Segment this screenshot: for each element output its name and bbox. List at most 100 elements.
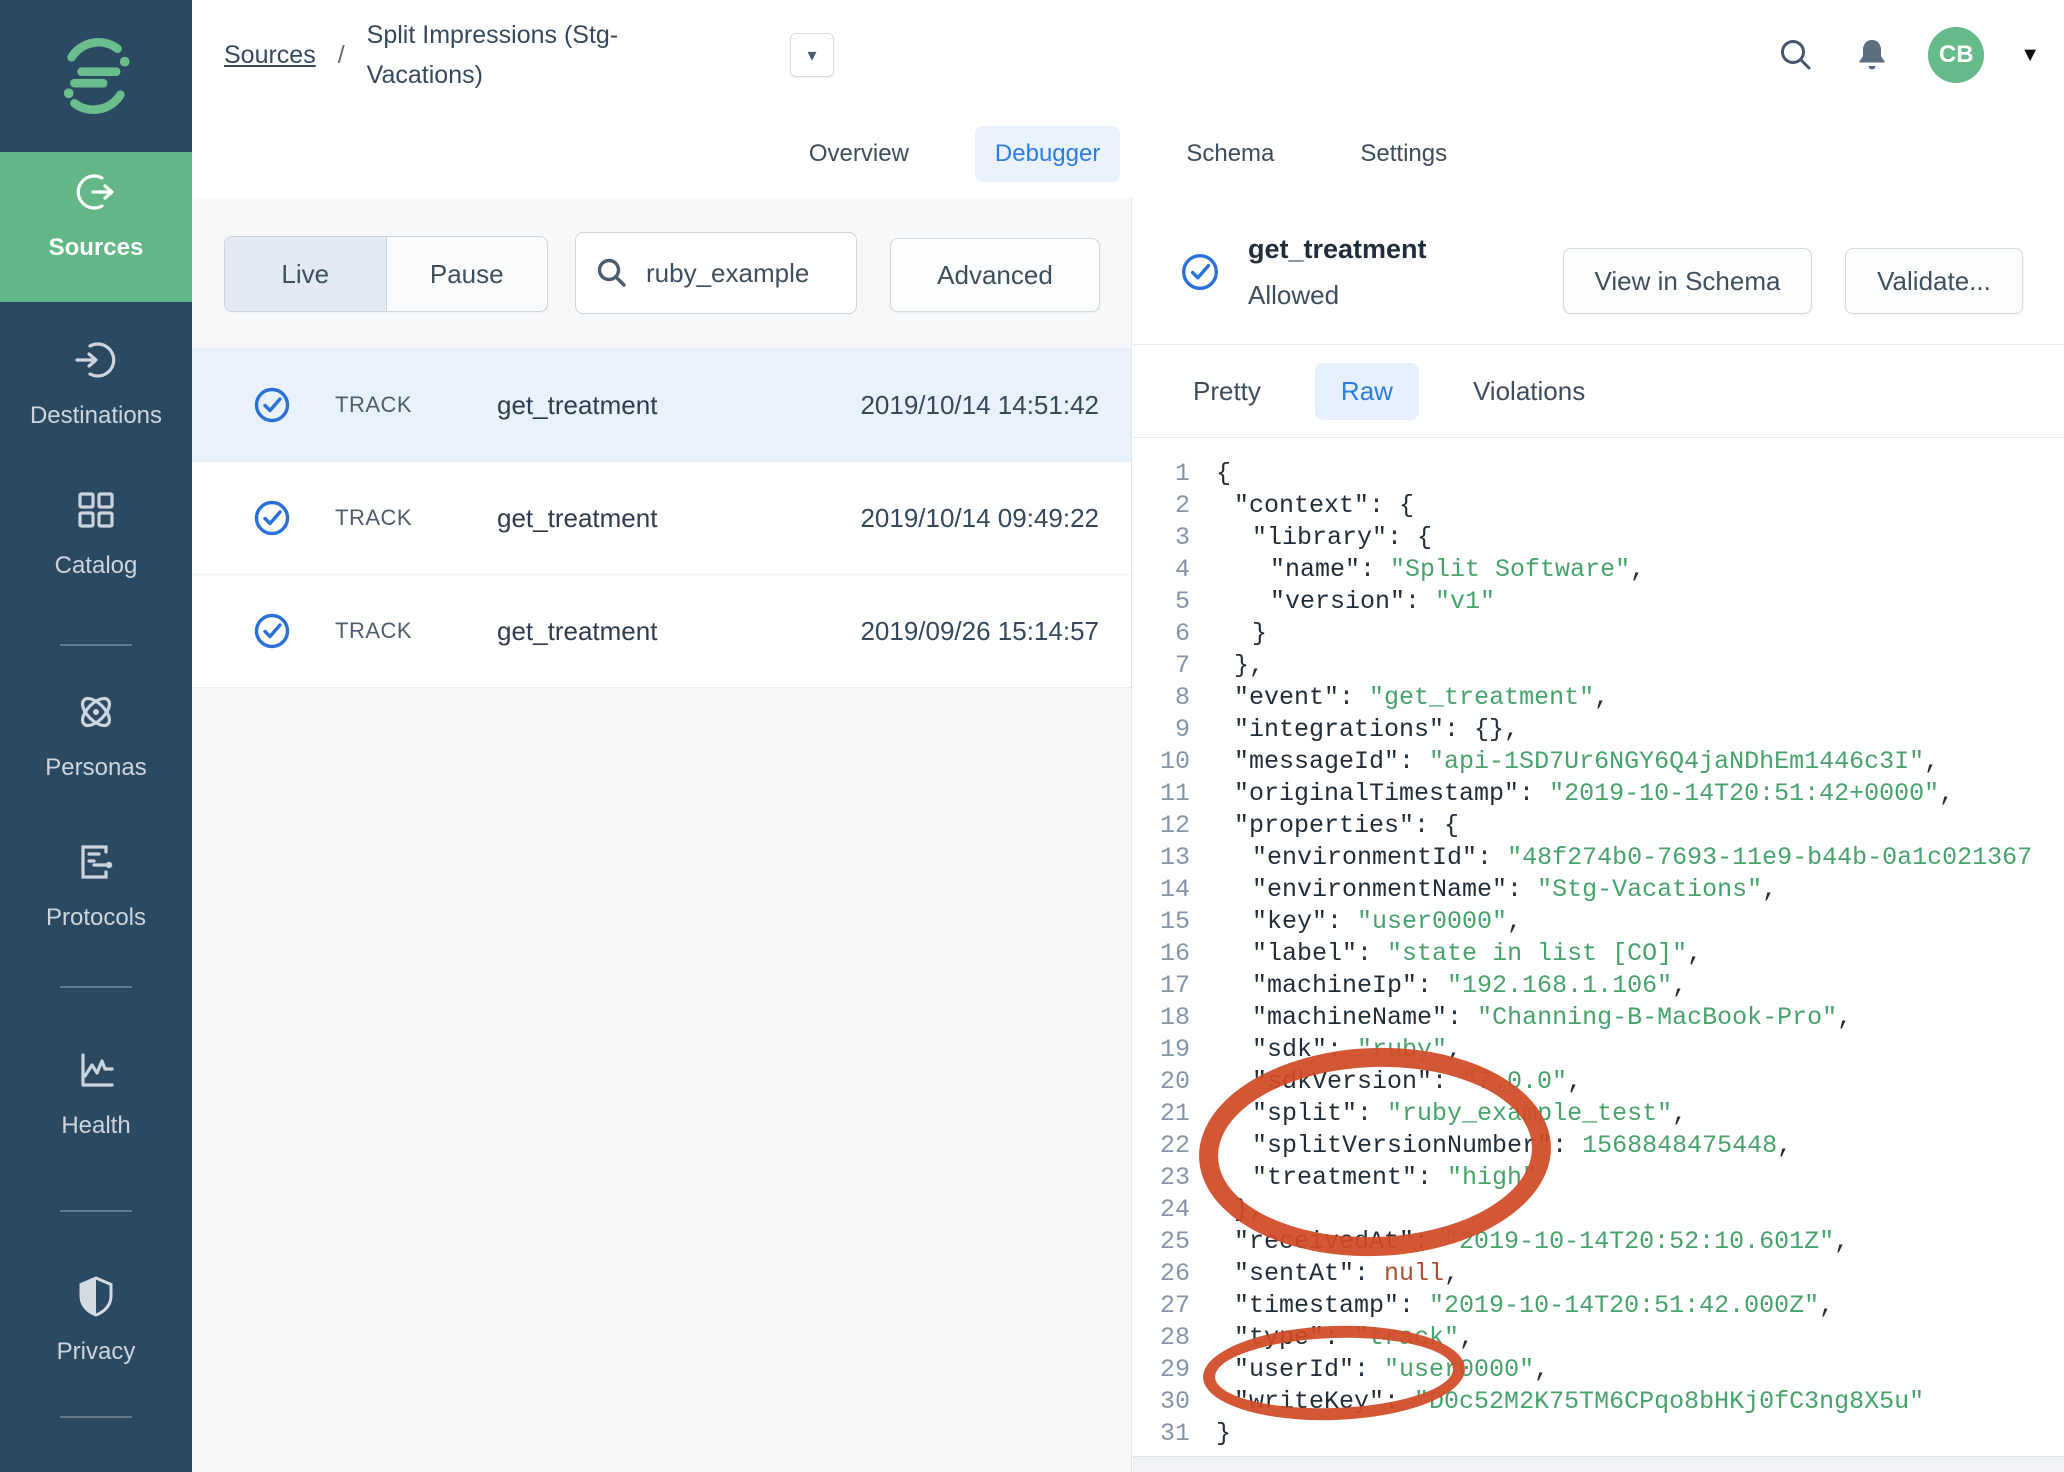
code-line: 22"splitVersionNumber": 1568848475448,: [1133, 1130, 2064, 1162]
sidebar-item-label: Destinations: [0, 402, 192, 430]
code-line: 21"split": "ruby_example_test",: [1133, 1098, 2064, 1130]
sidebar-item-health[interactable]: Health: [0, 1030, 192, 1180]
code-line: 13"environmentId": "48f274b0-7693-11e9-b…: [1133, 842, 2064, 874]
code-line: 7},: [1133, 650, 2064, 682]
line-number: 10: [1133, 746, 1190, 778]
pause-toggle-button[interactable]: Pause: [386, 237, 548, 311]
event-row[interactable]: TRACK get_treatment 2019/09/26 15:14:57: [192, 575, 1131, 688]
source-switcher-dropdown[interactable]: ▾: [790, 33, 834, 77]
tab-pretty[interactable]: Pretty: [1167, 363, 1287, 420]
line-number: 4: [1133, 554, 1190, 586]
breadcrumb-separator: /: [338, 41, 345, 70]
sidebar-item-protocols[interactable]: Protocols: [0, 822, 192, 972]
event-name: get_treatment: [497, 575, 657, 687]
line-number: 18: [1133, 1002, 1190, 1034]
event-search-box: [575, 232, 857, 314]
line-number: 24: [1133, 1194, 1190, 1226]
code-line: 25"receivedAt": "2019-10-14T20:52:10.601…: [1133, 1226, 2064, 1258]
event-row[interactable]: TRACK get_treatment 2019/10/14 14:51:42: [192, 348, 1131, 462]
line-number: 1: [1133, 458, 1190, 490]
advanced-button[interactable]: Advanced: [890, 238, 1100, 312]
destinations-icon: [72, 336, 120, 384]
catalog-icon: [72, 486, 120, 534]
top-header: Sources / Split Impressions (Stg-Vacatio…: [192, 0, 2064, 111]
line-number: 30: [1133, 1386, 1190, 1418]
source-tabs: Overview Debugger Schema Settings: [192, 110, 2064, 199]
account-caret-down-icon[interactable]: ▼: [2020, 44, 2040, 67]
code-line: 6}: [1133, 618, 2064, 650]
event-timestamp: 2019/09/26 15:14:57: [860, 575, 1099, 687]
tab-violations[interactable]: Violations: [1447, 363, 1611, 420]
debugger-event-list-panel: Live Pause Advanced TRACK get_treatment: [192, 198, 1132, 1472]
code-line: 10"messageId": "api-1SD7Ur6NGY6Q4jaNDhEm…: [1133, 746, 2064, 778]
tab-settings[interactable]: Settings: [1340, 126, 1467, 182]
event-detail-header: get_treatment Allowed View in Schema Val…: [1133, 198, 2064, 345]
code-line: 14"environmentName": "Stg-Vacations",: [1133, 874, 2064, 906]
notifications-bell-icon[interactable]: [1852, 35, 1892, 75]
raw-json-viewer[interactable]: 1{2"context": {3"library": {4"name": "Sp…: [1133, 438, 2064, 1450]
line-number: 14: [1133, 874, 1190, 906]
code-line: 29"userId": "user0000",: [1133, 1354, 2064, 1386]
line-number: 9: [1133, 714, 1190, 746]
code-line: 9"integrations": {},: [1133, 714, 2064, 746]
live-toggle-button[interactable]: Live: [225, 237, 386, 311]
line-number: 8: [1133, 682, 1190, 714]
line-number: 6: [1133, 618, 1190, 650]
line-number: 19: [1133, 1034, 1190, 1066]
event-search-input[interactable]: [644, 257, 838, 290]
event-row[interactable]: TRACK get_treatment 2019/10/14 09:49:22: [192, 462, 1131, 575]
sidebar-item-label: Privacy: [0, 1338, 192, 1366]
sidebar-item-label: Personas: [0, 754, 192, 782]
sidebar-item-personas[interactable]: Personas: [0, 672, 192, 822]
code-line: 16"label": "state in list [CO]",: [1133, 938, 2064, 970]
event-type: TRACK: [335, 349, 412, 461]
line-number: 23: [1133, 1162, 1190, 1194]
tab-overview[interactable]: Overview: [789, 126, 929, 182]
validate-button[interactable]: Validate...: [1845, 248, 2023, 314]
allowed-check-icon: [253, 612, 291, 650]
tab-debugger[interactable]: Debugger: [975, 126, 1120, 182]
code-line: 31}: [1133, 1418, 2064, 1450]
line-number: 15: [1133, 906, 1190, 938]
code-line: 15"key": "user0000",: [1133, 906, 2064, 938]
page-title: Split Impressions (Stg-Vacations): [367, 15, 667, 95]
segment-logo-icon: [50, 30, 142, 122]
line-number: 11: [1133, 778, 1190, 810]
sidebar-divider: [60, 1416, 132, 1418]
view-in-schema-button[interactable]: View in Schema: [1563, 248, 1812, 314]
health-chart-icon: [72, 1046, 120, 1094]
code-line: 27"timestamp": "2019-10-14T20:51:42.000Z…: [1133, 1290, 2064, 1322]
code-line: 28"type": "track",: [1133, 1322, 2064, 1354]
sidebar-item-catalog[interactable]: Catalog: [0, 470, 192, 620]
code-line: 12"properties": {: [1133, 810, 2064, 842]
line-number: 16: [1133, 938, 1190, 970]
event-name: get_treatment: [497, 462, 657, 574]
sidebar-item-label: Catalog: [0, 552, 192, 580]
protocols-icon: [72, 838, 120, 886]
allowed-check-icon: [253, 499, 291, 537]
sidebar-divider: [60, 986, 132, 988]
sidebar-item-sources[interactable]: Sources: [0, 152, 192, 302]
search-icon[interactable]: [1776, 35, 1816, 75]
payload-view-tabs: Pretty Raw Violations: [1133, 345, 2064, 438]
status-badge: Allowed: [1248, 280, 1339, 311]
event-detail-panel: get_treatment Allowed View in Schema Val…: [1133, 198, 2064, 1472]
line-number: 12: [1133, 810, 1190, 842]
search-icon: [594, 255, 630, 291]
avatar[interactable]: CB: [1928, 27, 1984, 83]
tab-raw[interactable]: Raw: [1315, 363, 1419, 420]
sidebar-item-destinations[interactable]: Destinations: [0, 320, 192, 470]
line-number: 13: [1133, 842, 1190, 874]
line-number: 7: [1133, 650, 1190, 682]
event-list: TRACK get_treatment 2019/10/14 14:51:42 …: [192, 348, 1131, 688]
code-line: 26"sentAt": null,: [1133, 1258, 2064, 1290]
tab-schema[interactable]: Schema: [1166, 126, 1294, 182]
breadcrumb-sources-link[interactable]: Sources: [224, 41, 316, 70]
line-number: 22: [1133, 1130, 1190, 1162]
code-line: 18"machineName": "Channing-B-MacBook-Pro…: [1133, 1002, 2064, 1034]
breadcrumb: Sources / Split Impressions (Stg-Vacatio…: [224, 0, 667, 110]
sidebar-item-privacy[interactable]: Privacy: [0, 1256, 192, 1406]
personas-icon: [72, 688, 120, 736]
line-number: 28: [1133, 1322, 1190, 1354]
code-line: 5"version": "v1": [1133, 586, 2064, 618]
